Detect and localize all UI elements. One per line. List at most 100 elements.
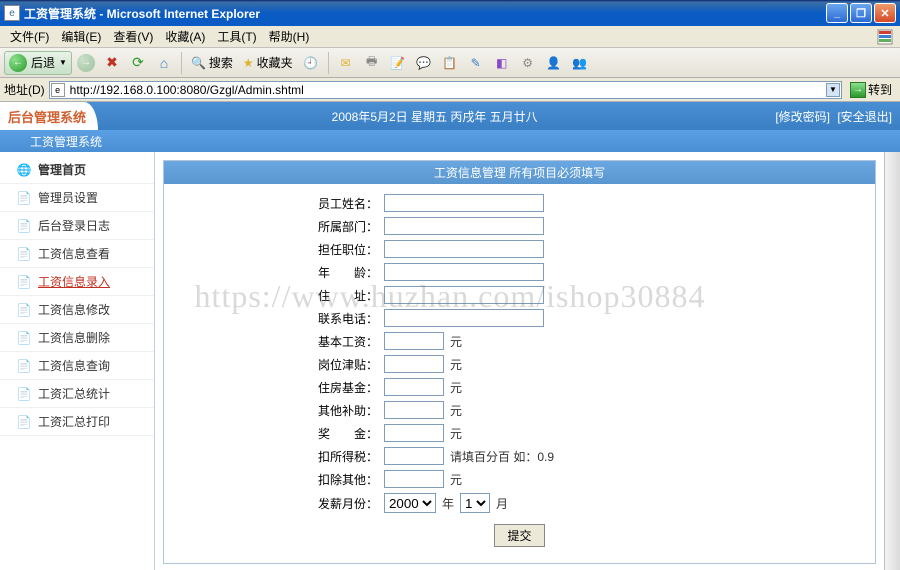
- label-other-subsidy: 其他补助：: [184, 402, 384, 419]
- menu-favorites[interactable]: 收藏(A): [159, 26, 211, 47]
- back-arrow-icon: ←: [9, 54, 27, 72]
- window-title: 工资管理系统 - Microsoft Internet Explorer: [24, 5, 824, 22]
- system-logo: 后台管理系统: [0, 102, 98, 130]
- sidebar-item-7[interactable]: 📄工资信息查询: [0, 352, 154, 380]
- discuss-button[interactable]: 💬: [412, 51, 436, 75]
- mail-button[interactable]: ✉: [334, 51, 358, 75]
- label-phone: 联系电话：: [184, 310, 384, 327]
- edit-button[interactable]: 📝: [386, 51, 410, 75]
- input-base-salary[interactable]: [384, 332, 444, 350]
- label-other-deduct: 扣除其他：: [184, 471, 384, 488]
- favorites-button[interactable]: ★收藏夹: [239, 54, 297, 71]
- sidebar-item-label: 工资信息删除: [38, 329, 110, 346]
- label-housing: 住房基金：: [184, 379, 384, 396]
- sidebar-item-label: 工资信息查看: [38, 245, 110, 262]
- sidebar-item-8[interactable]: 📄 工资汇总统计: [0, 380, 154, 408]
- go-label: 转到: [868, 81, 892, 98]
- menu-view[interactable]: 查看(V): [107, 26, 159, 47]
- minimize-button[interactable]: _: [826, 3, 848, 23]
- menu-edit[interactable]: 编辑(E): [55, 26, 107, 47]
- sidebar-item-0[interactable]: 🌐管理首页: [0, 156, 154, 184]
- unit-year: 年: [442, 495, 454, 512]
- tool2-button[interactable]: ◧: [490, 51, 514, 75]
- sidebar-item-5[interactable]: 📄工资信息修改: [0, 296, 154, 324]
- sidebar-item-3[interactable]: 📄工资信息查看: [0, 240, 154, 268]
- input-name[interactable]: [384, 194, 544, 212]
- label-dept: 所属部门：: [184, 218, 384, 235]
- sidebar-item-label: 工资汇总统计: [38, 385, 110, 402]
- go-button[interactable]: → 转到: [846, 81, 896, 98]
- window-titlebar: e 工资管理系统 - Microsoft Internet Explorer _…: [0, 0, 900, 26]
- toolbar: ← 后退 ▼ → ✖ ⟳ ⌂ 🔍搜索 ★收藏夹 🕘 ✉ 🖶 📝 💬 📋 ✎ ◧ …: [0, 48, 900, 78]
- header-date: 2008年5月2日 星期五 丙戌年 五月廿八: [98, 108, 771, 125]
- url-input[interactable]: [49, 81, 842, 99]
- unit-yuan: 元: [450, 356, 462, 373]
- research-button[interactable]: 📋: [438, 51, 462, 75]
- input-bonus[interactable]: [384, 424, 444, 442]
- vertical-scrollbar[interactable]: [884, 152, 900, 570]
- sidebar-item-label: 工资汇总打印: [38, 413, 110, 430]
- menu-bar: 文件(F) 编辑(E) 查看(V) 收藏(A) 工具(T) 帮助(H): [0, 26, 900, 48]
- close-button[interactable]: ✕: [874, 3, 896, 23]
- input-housing[interactable]: [384, 378, 444, 396]
- input-other-deduct[interactable]: [384, 470, 444, 488]
- page-icon: 📄: [16, 386, 32, 402]
- stop-button[interactable]: ✖: [100, 51, 124, 75]
- submit-button[interactable]: 提交: [494, 524, 544, 547]
- messenger-button[interactable]: 👥: [568, 51, 592, 75]
- input-allowance[interactable]: [384, 355, 444, 373]
- input-age[interactable]: [384, 263, 544, 281]
- label-tax: 扣所得税：: [184, 448, 384, 465]
- star-icon: ★: [243, 56, 254, 70]
- search-button[interactable]: 🔍搜索: [187, 54, 237, 71]
- back-label: 后退: [31, 54, 55, 71]
- menu-file[interactable]: 文件(F): [4, 26, 55, 47]
- change-password-link[interactable]: [修改密码]: [775, 110, 830, 124]
- select-month[interactable]: 1: [460, 493, 490, 513]
- search-icon: 🔍: [191, 56, 206, 70]
- back-button[interactable]: ← 后退 ▼: [4, 51, 72, 75]
- input-tax[interactable]: [384, 447, 444, 465]
- sidebar-item-label: 后台登录日志: [38, 217, 110, 234]
- label-bonus: 奖 金：: [184, 425, 384, 442]
- sidebar: 🌐管理首页📄管理员设置📄后台登录日志📄工资信息查看📄工资信息录入📄工资信息修改📄…: [0, 152, 155, 570]
- input-address[interactable]: [384, 286, 544, 304]
- menu-help[interactable]: 帮助(H): [263, 26, 316, 47]
- tool1-button[interactable]: ✎: [464, 51, 488, 75]
- unit-yuan: 元: [450, 402, 462, 419]
- tool3-button[interactable]: ⚙: [516, 51, 540, 75]
- content-area: 工资信息管理 所有项目必须填写 员工姓名： 所属部门： 担任职位： 年 龄： 住…: [155, 152, 884, 570]
- label-pay-month: 发薪月份：: [184, 495, 384, 512]
- print-button[interactable]: 🖶: [360, 51, 384, 75]
- sidebar-item-label: 管理员设置: [38, 189, 98, 206]
- separator: [181, 52, 182, 74]
- forward-button[interactable]: →: [74, 51, 98, 75]
- refresh-button[interactable]: ⟳: [126, 51, 150, 75]
- address-bar: 地址(D) e ▼ → 转到: [0, 78, 900, 102]
- history-button[interactable]: 🕘: [299, 51, 323, 75]
- select-year[interactable]: 2000: [384, 493, 436, 513]
- app-icon: e: [4, 5, 20, 21]
- sidebar-item-1[interactable]: 📄管理员设置: [0, 184, 154, 212]
- app-body: 🌐管理首页📄管理员设置📄后台登录日志📄工资信息查看📄工资信息录入📄工资信息修改📄…: [0, 152, 900, 570]
- menu-tools[interactable]: 工具(T): [211, 26, 262, 47]
- home-button[interactable]: ⌂: [152, 51, 176, 75]
- page-icon: 📄: [16, 218, 32, 234]
- input-other-subsidy[interactable]: [384, 401, 444, 419]
- url-dropdown-icon[interactable]: ▼: [826, 83, 840, 97]
- sidebar-item-2[interactable]: 📄 后台登录日志: [0, 212, 154, 240]
- logout-link[interactable]: [安全退出]: [837, 110, 892, 124]
- favorites-label: 收藏夹: [257, 54, 293, 71]
- subsystem-title: 工资管理系统: [30, 133, 102, 150]
- maximize-button[interactable]: ❐: [850, 3, 872, 23]
- input-position[interactable]: [384, 240, 544, 258]
- sidebar-item-4[interactable]: 📄工资信息录入: [0, 268, 154, 296]
- input-phone[interactable]: [384, 309, 544, 327]
- form-panel: 工资信息管理 所有项目必须填写 员工姓名： 所属部门： 担任职位： 年 龄： 住…: [163, 160, 876, 564]
- sidebar-item-6[interactable]: 📄工资信息删除: [0, 324, 154, 352]
- input-dept[interactable]: [384, 217, 544, 235]
- tool4-button[interactable]: 👤: [542, 51, 566, 75]
- sidebar-item-9[interactable]: 📄工资汇总打印: [0, 408, 154, 436]
- search-label: 搜索: [209, 54, 233, 71]
- page-icon: 📄: [16, 274, 32, 290]
